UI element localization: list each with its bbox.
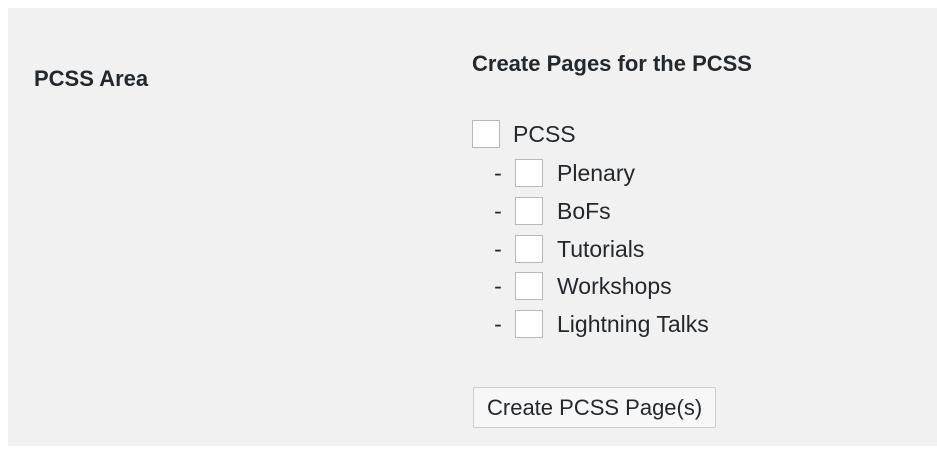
bofs-checkbox-label: BoFs [557,197,611,224]
tutorials-checkbox[interactable] [515,235,543,263]
tutorials-checkbox-label: Tutorials [557,235,645,262]
plenary-checkbox[interactable] [515,159,543,187]
pcss-checkbox-label: PCSS [513,120,576,147]
indent-dash: - [494,235,502,262]
form-heading: Create Pages for the PCSS [472,51,752,76]
checkbox-row-tutorials[interactable]: - Tutorials [488,234,644,264]
pcss-checkbox[interactable] [472,120,500,148]
indent-dash: - [494,197,502,224]
workshops-checkbox[interactable] [515,272,543,300]
checkbox-row-lightning-talks[interactable]: - Lightning Talks [488,309,709,339]
section-label: PCSS Area [34,66,149,91]
indent-dash: - [494,310,502,337]
indent-dash: - [494,159,502,186]
checkbox-row-pcss[interactable]: PCSS [472,119,576,149]
bofs-checkbox[interactable] [515,197,543,225]
lightning-talks-checkbox[interactable] [515,310,543,338]
lightning-talks-checkbox-label: Lightning Talks [557,310,709,337]
settings-panel: PCSS Area Create Pages for the PCSS PCSS… [8,8,937,446]
checkbox-row-workshops[interactable]: - Workshops [488,271,672,301]
plenary-checkbox-label: Plenary [557,159,635,186]
indent-dash: - [494,272,502,299]
create-pcss-pages-button[interactable]: Create PCSS Page(s) [473,387,717,428]
checkbox-row-plenary[interactable]: - Plenary [488,158,635,188]
checkbox-row-bofs[interactable]: - BoFs [488,196,611,226]
workshops-checkbox-label: Workshops [557,272,672,299]
